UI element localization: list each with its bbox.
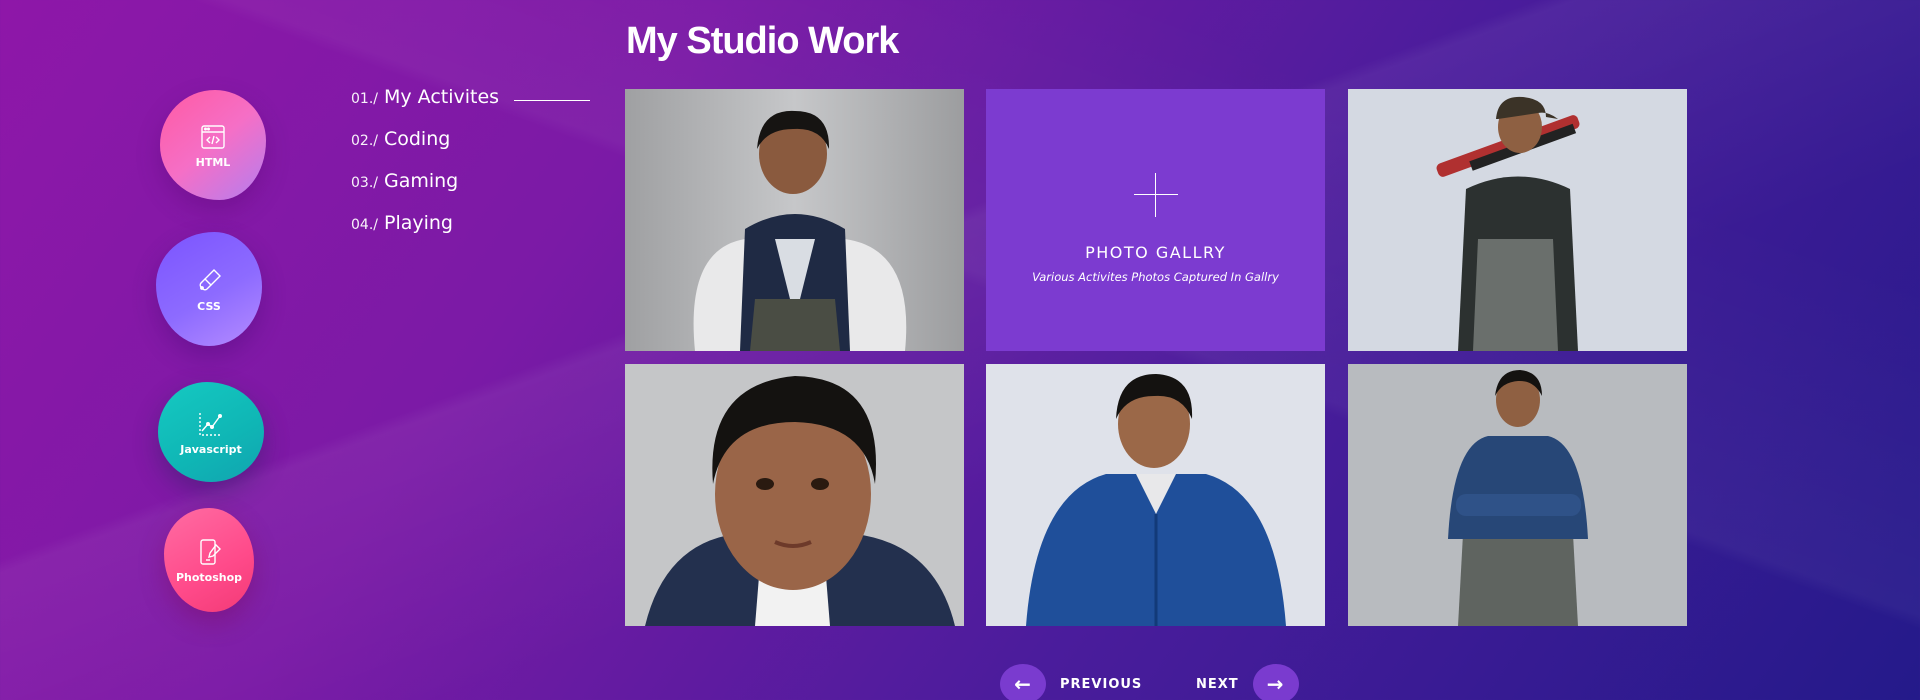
plus-icon[interactable] (1133, 173, 1178, 217)
code-window-icon (201, 124, 225, 149)
gallery-feature-tile[interactable]: PHOTO GALLRY Various Activites Photos Ca… (986, 89, 1325, 351)
photo-arms-crossed (1348, 364, 1687, 626)
mobile-pen-icon (200, 538, 221, 565)
previous-label: PREVIOUS (1060, 676, 1143, 692)
photo-seated-boy (625, 89, 964, 351)
photo-boy-cap (1348, 89, 1687, 351)
menu-item-coding[interactable]: 02./ Coding (351, 128, 499, 170)
previous-button[interactable]: ← PREVIOUS (1000, 664, 1142, 700)
menu-label: My Activites (383, 86, 500, 108)
paint-brush-icon (199, 268, 221, 290)
menu-item-gaming[interactable]: 03./ Gaming (351, 170, 499, 212)
menu-label: Gaming (383, 170, 459, 192)
arrow-left-icon: ← (1000, 664, 1046, 700)
photo-face-closeup (625, 364, 964, 626)
menu-number: 03./ (351, 175, 378, 191)
gallery-title: PHOTO GALLRY (1085, 243, 1226, 262)
next-button[interactable]: NEXT → (1196, 664, 1299, 700)
arrow-right-icon: → (1252, 664, 1299, 700)
menu-number: 01./ (351, 91, 378, 107)
line-chart-icon (199, 412, 223, 436)
gallery-photo[interactable] (986, 364, 1325, 626)
gallery-photo[interactable] (1348, 364, 1687, 626)
skill-photoshop[interactable]: Photoshop (164, 508, 254, 612)
skill-label: Photoshop (175, 570, 243, 584)
skill-label: CSS (197, 299, 221, 313)
menu-number: 02./ (351, 133, 378, 149)
menu-item-my-activites[interactable]: 01./ My Activites (351, 86, 499, 128)
gallery-photo[interactable] (1348, 89, 1687, 351)
photo-denim-jacket (986, 364, 1325, 626)
skill-javascript[interactable]: Javascript (158, 382, 264, 482)
skill-label: HTML (195, 155, 231, 169)
next-label: NEXT (1196, 676, 1239, 692)
menu-item-playing[interactable]: 04./ Playing (351, 212, 499, 254)
page-title: My Studio Work (626, 20, 899, 62)
menu-number: 04./ (351, 217, 378, 233)
menu-label: Playing (383, 212, 453, 234)
gallery-subtitle: Various Activites Photos Captured In Gal… (1032, 270, 1279, 284)
menu-label: Coding (383, 128, 451, 150)
skill-html[interactable]: HTML (160, 90, 266, 200)
skill-label: Javascript (180, 442, 242, 456)
activity-menu: 01./ My Activites 02./ Coding 03./ Gamin… (351, 86, 499, 254)
skill-css[interactable]: CSS (156, 232, 262, 346)
gallery-photo[interactable] (625, 364, 964, 626)
active-menu-indicator (514, 100, 590, 101)
gallery-photo[interactable] (625, 89, 964, 351)
